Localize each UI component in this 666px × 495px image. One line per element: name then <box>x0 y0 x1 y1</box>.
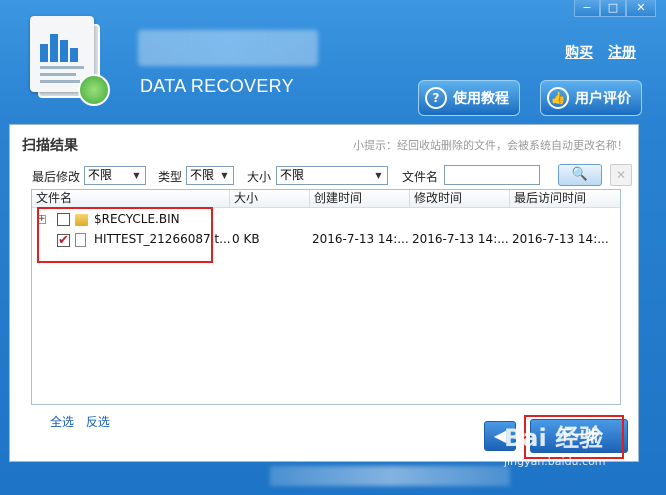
modified-time: 2016-7-13 14:... <box>412 232 509 246</box>
close-button[interactable]: ✕ <box>626 0 656 17</box>
col-accessed[interactable]: 最后访问时间 <box>510 190 621 208</box>
panel-title: 扫描结果 <box>22 138 78 154</box>
created-time: 2016-7-13 14:... <box>312 232 409 246</box>
tutorial-label: 使用教程 <box>453 91 509 107</box>
table-header: 文件名 大小 创建时间 修改时间 最后访问时间 <box>32 190 620 208</box>
highlight-box <box>37 207 213 263</box>
blurred-status-area <box>270 466 510 486</box>
filename-label: 文件名 <box>402 170 439 184</box>
search-button[interactable]: 🔍 <box>558 164 602 186</box>
chevron-down-icon: ▼ <box>221 171 228 180</box>
clear-button[interactable]: ✕ <box>610 164 632 186</box>
invert-selection-link[interactable]: 反选 <box>86 415 110 429</box>
help-icon: ? <box>425 87 447 109</box>
col-modified[interactable]: 修改时间 <box>410 190 510 208</box>
type-select[interactable]: 不限 ▼ <box>186 166 234 185</box>
type-label: 类型 <box>158 170 183 184</box>
top-links: 购买 注册 <box>555 42 636 62</box>
select-all-link[interactable]: 全选 <box>50 415 74 429</box>
col-filename[interactable]: 文件名 <box>32 190 230 208</box>
app-window: − □ ✕ DATA RECOVERY 购买 注册 ? 使用教程 👍 用户评价 … <box>0 0 666 495</box>
filter-bar: 最后修改 不限 ▼ 类型 不限 ▼ 大小 不限 ▼ 文件名 🔍 ✕ <box>10 164 638 189</box>
minimize-button[interactable]: − <box>574 0 600 17</box>
results-table: 文件名 大小 创建时间 修改时间 最后访问时间 + $RECYCLE.BIN H… <box>31 189 621 405</box>
app-logo <box>30 16 114 112</box>
maximize-button[interactable]: □ <box>600 0 626 17</box>
scan-results-panel: 扫描结果 小提示：经回收站删除的文件，会被系统自动更改名称！ 最后修改 不限 ▼… <box>9 124 639 462</box>
chevron-down-icon: ▼ <box>133 171 140 180</box>
user-reviews-button[interactable]: 👍 用户评价 <box>540 80 642 116</box>
tutorial-button[interactable]: ? 使用教程 <box>418 80 520 116</box>
col-created[interactable]: 创建时间 <box>310 190 410 208</box>
last-modified-select[interactable]: 不限 ▼ <box>84 166 146 185</box>
reviews-label: 用户评价 <box>575 91 631 107</box>
col-size[interactable]: 大小 <box>230 190 310 208</box>
close-icon: ✕ <box>615 168 627 182</box>
size-label: 大小 <box>247 170 272 184</box>
hint-text: 小提示：经回收站删除的文件，会被系统自动更改名称！ <box>353 139 628 152</box>
register-link[interactable]: 注册 <box>608 45 636 61</box>
window-controls: − □ ✕ <box>574 0 656 17</box>
recycle-icon <box>78 74 110 106</box>
baidu-watermark: Bai 经验 jingyan.baidu.com <box>504 424 606 468</box>
size-select[interactable]: 不限 ▼ <box>276 166 388 185</box>
buy-link[interactable]: 购买 <box>565 45 593 61</box>
selection-links: 全选 反选 <box>50 413 118 430</box>
accessed-time: 2016-7-13 14:... <box>512 232 609 246</box>
filename-input[interactable] <box>444 165 540 185</box>
search-icon: 🔍 <box>571 167 589 182</box>
brand-subtitle: DATA RECOVERY <box>140 76 294 96</box>
chevron-down-icon: ▼ <box>375 171 382 180</box>
last-modified-label: 最后修改 <box>32 170 81 184</box>
thumbs-up-icon: 👍 <box>547 87 569 109</box>
blurred-product-name <box>138 30 318 66</box>
file-size: 0 KB <box>232 232 260 246</box>
